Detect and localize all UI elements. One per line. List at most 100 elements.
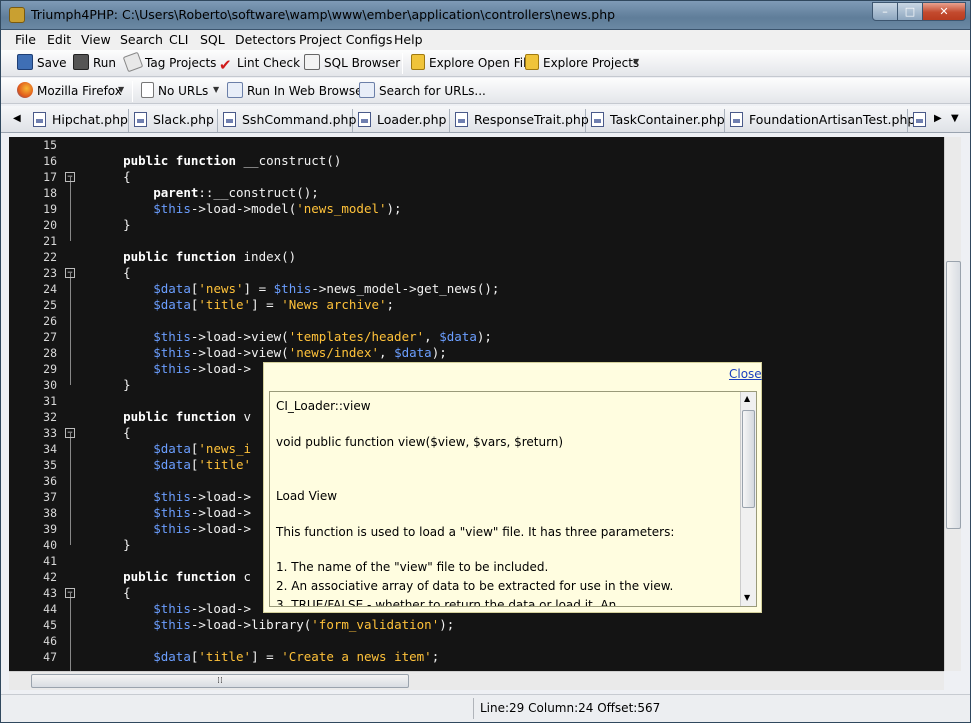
code-line: 22 public function index() [43,249,297,264]
window-title: Triumph4PHP: C:\Users\Roberto\software\w… [31,7,616,22]
fold-toggle-icon[interactable]: − [65,588,75,598]
tab-overflow[interactable] [909,109,933,132]
code-line: 15 [43,138,57,152]
file-tab-bar: ◀ Hipchat.php Slack.php SshCommand.php L… [1,106,970,133]
tab-loader[interactable]: Loader.php [354,109,450,132]
url-dropdown-icon[interactable]: ▼ [213,85,219,94]
folder-icon [525,54,539,70]
php-file-icon [134,112,147,127]
code-line: 45 $this->load->library('form_validation… [43,617,455,632]
menu-view[interactable]: View [81,32,111,47]
title-bar[interactable]: Triumph4PHP: C:\Users\Roberto\software\w… [1,1,970,30]
folder-icon [411,54,425,70]
doc-param-2: 2. An associative array of data to be ex… [276,579,674,593]
doc-signature: void public function view($view, $vars, … [276,435,564,449]
tab-responsetrait[interactable]: ResponseTrait.php [451,109,589,132]
menu-bar: File Edit View Search CLI SQL Detectors … [1,30,970,50]
menu-edit[interactable]: Edit [47,32,71,47]
search-browser-icon [359,82,375,98]
popup-close-link[interactable]: Close [729,367,762,381]
scrollbar-thumb[interactable] [946,261,961,529]
tab-foundationartisantest[interactable]: FoundationArtisanTest.php [726,109,915,132]
status-bar: Line:29 Column:24 Offset:567 [1,694,970,722]
popup-content-box[interactable]: CI_Loader::view void public function vie… [269,391,757,607]
explore-projects-dropdown-icon[interactable]: ▼ [633,57,639,66]
code-line: 16 public function __construct() [43,153,342,168]
minimize-button[interactable]: – [872,2,898,21]
main-toolbar: Save Run Tag Projects ✔ Lint Check SQL Br… [1,50,970,77]
save-button[interactable]: Save [17,54,66,74]
terminal-icon [73,54,89,70]
run-in-web-browser-button[interactable]: Run In Web Browser [227,82,367,102]
url-select[interactable]: No URLs [141,82,208,102]
table-icon [304,54,320,70]
code-line: 28 $this->load->view('news/index', $data… [43,345,447,360]
code-line: 18 parent::__construct(); [43,185,319,200]
tag-icon [122,51,144,73]
documentation-popup: Close CI_Loader::view void public functi… [263,362,762,613]
php-file-icon [913,112,926,127]
explore-projects-button[interactable]: Explore Projects [525,54,639,74]
browser-dropdown-icon[interactable]: ▼ [118,85,124,94]
menu-file[interactable]: File [15,32,36,47]
fold-toggle-icon[interactable]: − [65,172,75,182]
menu-cli[interactable]: CLI [169,32,188,47]
browser-toolbar: Mozilla Firefox ▼ No URLs ▼ Run In Web B… [1,78,970,104]
scroll-up-icon[interactable]: ▲ [744,394,750,403]
document-icon [141,82,154,98]
code-line: 26 [43,314,57,328]
scroll-down-icon[interactable]: ▼ [744,593,750,602]
php-file-icon [223,112,236,127]
tab-hipchat[interactable]: Hipchat.php [29,109,129,132]
tab-list-dropdown-icon[interactable]: ▼ [951,113,959,124]
doc-signature-class: CI_Loader::view [276,399,371,413]
menu-project-configs[interactable]: Project Configs [299,32,392,47]
scrollbar-thumb[interactable]: ⁞⁞ [31,674,409,688]
tab-sshcommand[interactable]: SshCommand.php [219,109,356,132]
cursor-position: Line:29 Column:24 Offset:567 [480,701,661,715]
menu-help[interactable]: Help [394,32,423,47]
browser-window-icon [227,82,243,98]
tab-taskcontainer[interactable]: TaskContainer.php [587,109,725,132]
menu-search[interactable]: Search [120,32,163,47]
code-line: 23− { [43,265,131,280]
sql-browser-button[interactable]: SQL Browser [304,54,400,74]
menu-detectors[interactable]: Detectors [235,32,296,47]
fold-toggle-icon[interactable]: − [65,268,75,278]
code-line: 46 [43,634,57,648]
code-line: 24 $data['news'] = $this->news_model->ge… [43,281,500,296]
doc-description: This function is used to load a "view" f… [276,525,675,539]
doc-param-3: 3. TRUE/FALSE - whether to return the da… [276,598,617,607]
firefox-icon [17,82,33,98]
code-line: 17− { [43,169,131,184]
floppy-disk-icon [17,54,33,70]
editor-horizontal-scrollbar[interactable]: ⁞⁞ [9,671,944,690]
fold-toggle-icon[interactable]: − [65,428,75,438]
app-trophy-icon [9,7,25,23]
tab-slack[interactable]: Slack.php [130,109,218,132]
toolbar-separator [402,53,403,74]
php-file-icon [591,112,604,127]
toolbar-separator [132,81,133,102]
menu-sql[interactable]: SQL [200,32,225,47]
doc-param-1: 1. The name of the "view" file to be inc… [276,560,549,574]
maximize-button[interactable]: □ [897,2,923,21]
close-window-button[interactable]: ✕ [922,2,966,21]
tab-scroll-right-icon[interactable]: ▶ [934,113,942,124]
popup-scrollbar[interactable]: ▲ ▼ [740,392,756,606]
explore-open-file-button[interactable]: Explore Open File [411,54,534,74]
editor-vertical-scrollbar[interactable] [944,137,961,671]
lint-check-button[interactable]: ✔ Lint Check [219,54,300,74]
browser-select[interactable]: Mozilla Firefox [17,82,122,102]
tag-projects-button[interactable]: Tag Projects [122,51,216,74]
code-line: 20 } [43,217,131,232]
code-line: 47 $data['title'] = 'Create a news item'… [43,649,440,664]
doc-heading: Load View [276,489,338,503]
php-file-icon [358,112,371,127]
code-line: 25 $data['title'] = 'News archive'; [43,297,395,312]
search-for-urls-button[interactable]: Search for URLs... [359,82,486,102]
php-file-icon [33,112,46,127]
scrollbar-thumb[interactable] [742,410,755,508]
run-button[interactable]: Run [73,54,116,74]
tab-scroll-left-icon[interactable]: ◀ [13,113,21,124]
